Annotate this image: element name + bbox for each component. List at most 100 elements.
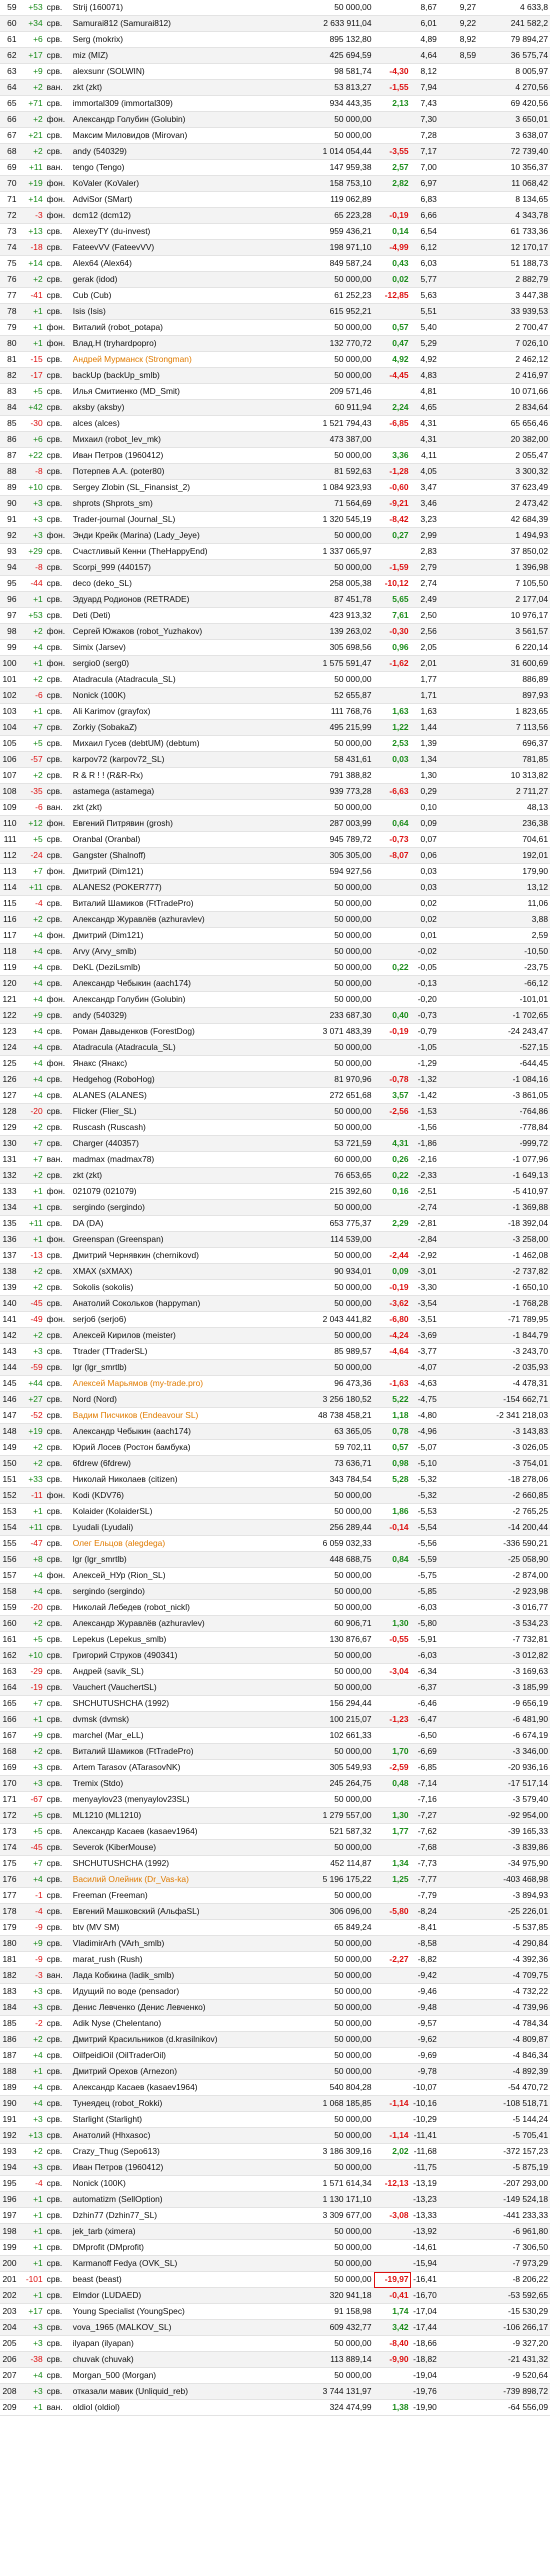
- participant-name[interactable]: gerak (idod): [70, 271, 304, 288]
- participant-name[interactable]: Arvy (Arvy_smlb): [70, 943, 304, 960]
- participant-name[interactable]: Денис Левченко (Денис Левченко): [70, 1999, 304, 2016]
- participant-name[interactable]: Young Specialist (YoungSpec): [70, 2303, 304, 2320]
- participant-name[interactable]: Cub (Cub): [70, 287, 304, 304]
- participant-name[interactable]: R & R ! ! (R&R-Rx): [70, 767, 304, 784]
- participant-name[interactable]: andy (540329): [70, 1007, 304, 1024]
- participant-name[interactable]: 6fdrew (6fdrew): [70, 1455, 304, 1472]
- participant-name[interactable]: Эдуард Родионов (RETRADE): [70, 591, 304, 608]
- participant-name[interactable]: OilfpeidiOil (OilTraderOil): [70, 2047, 304, 2064]
- participant-name[interactable]: Charger (440357): [70, 1135, 304, 1152]
- participant-name[interactable]: Sergey Zlobin (SL_Finansist_2): [70, 479, 304, 496]
- participant-name[interactable]: Nord (Nord): [70, 1391, 304, 1408]
- participant-name[interactable]: Dzhin77 (Dzhin77_SL): [70, 2207, 304, 2224]
- participant-name[interactable]: oldiol (oldiol): [70, 2399, 304, 2416]
- participant-name[interactable]: immortal309 (immortal309): [70, 95, 304, 112]
- participant-name[interactable]: miz (MIZ): [70, 47, 304, 64]
- participant-name[interactable]: ML1210 (ML1210): [70, 1807, 304, 1824]
- participant-name[interactable]: Михаил Гусев (debtUM) (debtum): [70, 735, 304, 752]
- participant-name[interactable]: Александр Журавлёв (azhuravlev): [70, 1615, 304, 1632]
- participant-name[interactable]: marat_rush (Rush): [70, 1951, 304, 1968]
- participant-name[interactable]: tengo (Tengo): [70, 159, 304, 176]
- participant-name[interactable]: Максим Миловидов (Mirovan): [70, 127, 304, 144]
- participant-name[interactable]: ALANES (ALANES): [70, 1087, 304, 1104]
- participant-name[interactable]: serjo6 (serjo6): [70, 1311, 304, 1328]
- participant-name[interactable]: Григорий Струков (490341): [70, 1647, 304, 1664]
- participant-name[interactable]: karpov72 (karpov72_SL): [70, 751, 304, 768]
- participant-name[interactable]: Александр Голубин (Golubin): [70, 991, 304, 1008]
- participant-name[interactable]: Дмитрий Чернявкин (chernikovd): [70, 1247, 304, 1264]
- participant-name[interactable]: Tremix (Stdo): [70, 1775, 304, 1792]
- participant-name[interactable]: alexsunr (SOLWIN): [70, 63, 304, 80]
- participant-name[interactable]: Дмитрий Орехов (Arnezon): [70, 2063, 304, 2080]
- participant-name[interactable]: Андрей (savik_SL): [70, 1663, 304, 1680]
- participant-name[interactable]: Потерпев А.А. (poter80): [70, 463, 304, 480]
- participant-name[interactable]: Atadracula (Atadracula_SL): [70, 1039, 304, 1056]
- participant-name[interactable]: Иван Петров (1960412): [70, 2159, 304, 2176]
- participant-name[interactable]: Sokolis (sokolis): [70, 1279, 304, 1296]
- participant-name[interactable]: Karmanoff Fedya (OVK_SL): [70, 2255, 304, 2272]
- participant-name[interactable]: Gangster (Shalnoff): [70, 847, 304, 864]
- participant-name[interactable]: madmax (madmax78): [70, 1151, 304, 1168]
- participant-name[interactable]: Николай Николаев (citizen): [70, 1471, 304, 1488]
- participant-name[interactable]: Дмитрий (Dim121): [70, 863, 304, 880]
- participant-name[interactable]: Vauchert (VauchertSL): [70, 1679, 304, 1696]
- participant-name[interactable]: aksby (aksby): [70, 399, 304, 416]
- participant-name[interactable]: Виталий Шамиков (FtTradePro): [70, 1743, 304, 1760]
- participant-name[interactable]: Isis (Isis): [70, 303, 304, 320]
- participant-name[interactable]: Счастливый Кенни (TheHappyEnd): [70, 543, 304, 560]
- participant-name[interactable]: lgr (lgr_smrtlb): [70, 1359, 304, 1376]
- participant-name[interactable]: Freeman (Freeman): [70, 1887, 304, 1904]
- participant-name[interactable]: Александр Касаев (kasaev1964): [70, 2079, 304, 2096]
- participant-name[interactable]: Михаил (robot_lev_mk): [70, 431, 304, 448]
- participant-name[interactable]: Morgan_500 (Morgan): [70, 2367, 304, 2384]
- participant-name[interactable]: Евгений Машковский (АльфаSL): [70, 1903, 304, 1920]
- participant-name[interactable]: sergindo (sergindo): [70, 1583, 304, 1600]
- participant-name[interactable]: FateevVV (FateevVV): [70, 239, 304, 256]
- participant-name[interactable]: 021079 (021079): [70, 1183, 304, 1200]
- participant-name[interactable]: Идущий по воде (pensador): [70, 1983, 304, 2000]
- participant-name[interactable]: Юрий Лосев (Ростон бамбука): [70, 1439, 304, 1456]
- participant-name[interactable]: astamega (astamega): [70, 783, 304, 800]
- participant-name[interactable]: XMAX (sXMAX): [70, 1263, 304, 1280]
- participant-name[interactable]: Анатолий Сокольков (happyman): [70, 1295, 304, 1312]
- participant-name[interactable]: SHCHUTUSHCHA (1992): [70, 1855, 304, 1872]
- participant-name[interactable]: Алексей_НУр (Rion_SL): [70, 1567, 304, 1584]
- participant-name[interactable]: alces (alces): [70, 415, 304, 432]
- participant-name[interactable]: Zorkiy (SobakaZ): [70, 719, 304, 736]
- participant-name[interactable]: Artem Tarasov (ATarasovNK): [70, 1759, 304, 1776]
- participant-name[interactable]: Вадим Писчиков (Endeavour SL): [70, 1407, 304, 1424]
- participant-name[interactable]: dvmsk (dvmsk): [70, 1711, 304, 1728]
- participant-name[interactable]: отказали мавик (Unliquid_reb): [70, 2383, 304, 2400]
- participant-name[interactable]: Илья Смитиенко (MD_Smit): [70, 383, 304, 400]
- participant-name[interactable]: Янакс (Янакс): [70, 1055, 304, 1072]
- participant-name[interactable]: Александр Голубин (Golubin): [70, 111, 304, 128]
- participant-name[interactable]: btv (MV SM): [70, 1919, 304, 1936]
- participant-name[interactable]: Crazy_Thug (Sepo613): [70, 2143, 304, 2160]
- participant-name[interactable]: Олег Ельцов (alegdega): [70, 1535, 304, 1552]
- participant-name[interactable]: DA (DA): [70, 1215, 304, 1232]
- participant-name[interactable]: Atadracula (Atadracula_SL): [70, 671, 304, 688]
- participant-name[interactable]: Анатолий (Hhxasoc): [70, 2127, 304, 2144]
- participant-name[interactable]: Александр Чебыкин (aach174): [70, 1423, 304, 1440]
- participant-name[interactable]: sergio0 (serg0): [70, 655, 304, 672]
- participant-name[interactable]: SHCHUTUSHCHA (1992): [70, 1695, 304, 1712]
- participant-name[interactable]: Simix (Jarsev): [70, 639, 304, 656]
- participant-name[interactable]: KoValer (KoValer): [70, 175, 304, 192]
- participant-name[interactable]: Nonick (100K): [70, 2175, 304, 2192]
- participant-name[interactable]: zkt (zkt): [70, 79, 304, 96]
- participant-name[interactable]: vova_1965 (MALKOV_SL): [70, 2319, 304, 2336]
- participant-name[interactable]: Дмитрий (Dim121): [70, 927, 304, 944]
- participant-name[interactable]: Влад.Н (tryhardpopro): [70, 335, 304, 352]
- participant-name[interactable]: Лада Кобкина (ladik_smlb): [70, 1967, 304, 1984]
- participant-name[interactable]: Starlight (Starlight): [70, 2111, 304, 2128]
- participant-name[interactable]: Ruscash (Ruscash): [70, 1119, 304, 1136]
- participant-name[interactable]: AdviSor (SMart): [70, 191, 304, 208]
- participant-name[interactable]: Тунеядец (robot_Rokki): [70, 2095, 304, 2112]
- participant-name[interactable]: Scorpi_999 (440157): [70, 559, 304, 576]
- participant-name[interactable]: Евгений Питрявин (grosh): [70, 815, 304, 832]
- participant-name[interactable]: Kodi (KDV76): [70, 1487, 304, 1504]
- participant-name[interactable]: Greenspan (Greenspan): [70, 1231, 304, 1248]
- participant-name[interactable]: Serg (mokrix): [70, 31, 304, 48]
- participant-name[interactable]: Ttrader (TTraderSL): [70, 1343, 304, 1360]
- participant-name[interactable]: AlexeyTY (du-invest): [70, 223, 304, 240]
